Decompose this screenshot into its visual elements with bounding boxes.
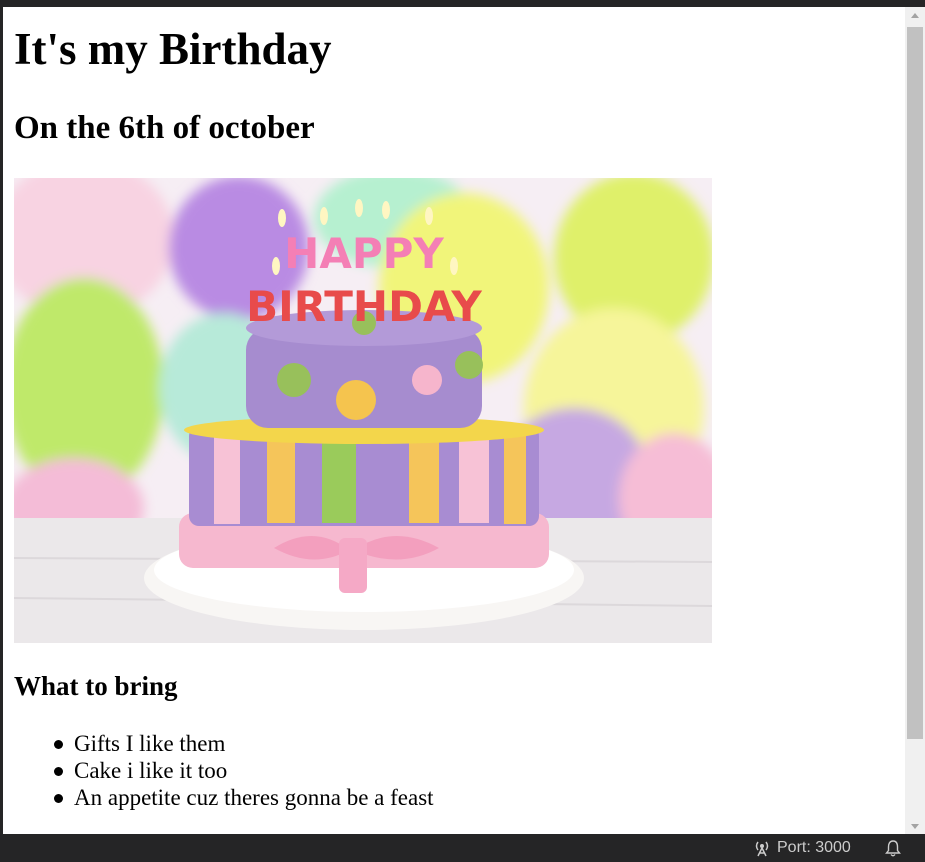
list-item-text: Gifts I like them — [74, 731, 226, 756]
svg-text:HAPPY: HAPPY — [284, 229, 444, 278]
bullet-icon — [54, 794, 63, 803]
list-item: Cake i like it too — [14, 757, 434, 784]
vertical-scrollbar[interactable] — [905, 7, 925, 834]
list-item: An appetite cuz theres gonna be a feast — [14, 784, 434, 811]
list-item-text: Cake i like it too — [74, 758, 228, 783]
svg-text:BIRTHDAY: BIRTHDAY — [246, 282, 482, 331]
bring-heading: What to bring — [14, 671, 178, 701]
bullet-icon — [54, 767, 63, 776]
window-top-edge — [0, 0, 925, 7]
bring-list: Gifts I like them Cake i like it too An … — [14, 730, 434, 811]
list-item: Gifts I like them — [14, 730, 434, 757]
browser-viewport: It's my Birthday On the 6th of october H… — [3, 7, 905, 834]
broadcast-icon — [755, 841, 769, 857]
scroll-up-button[interactable] — [905, 7, 925, 23]
scroll-down-button[interactable] — [905, 818, 925, 834]
list-item-text: An appetite cuz theres gonna be a feast — [74, 785, 434, 810]
chevron-down-icon — [911, 823, 919, 829]
bullet-icon — [54, 740, 63, 749]
birthday-cake-photo: HAPPY BIRTHDAY — [14, 178, 712, 643]
status-bar: Port: 3000 — [0, 834, 925, 862]
port-status-item[interactable]: Port: 3000 — [753, 834, 851, 862]
page-title: It's my Birthday — [14, 24, 332, 74]
scrollbar-thumb[interactable] — [907, 27, 923, 739]
chevron-up-icon — [911, 12, 919, 18]
port-label: Port: 3000 — [777, 839, 851, 856]
bell-icon[interactable] — [884, 839, 902, 857]
page-subtitle: On the 6th of october — [14, 110, 315, 146]
